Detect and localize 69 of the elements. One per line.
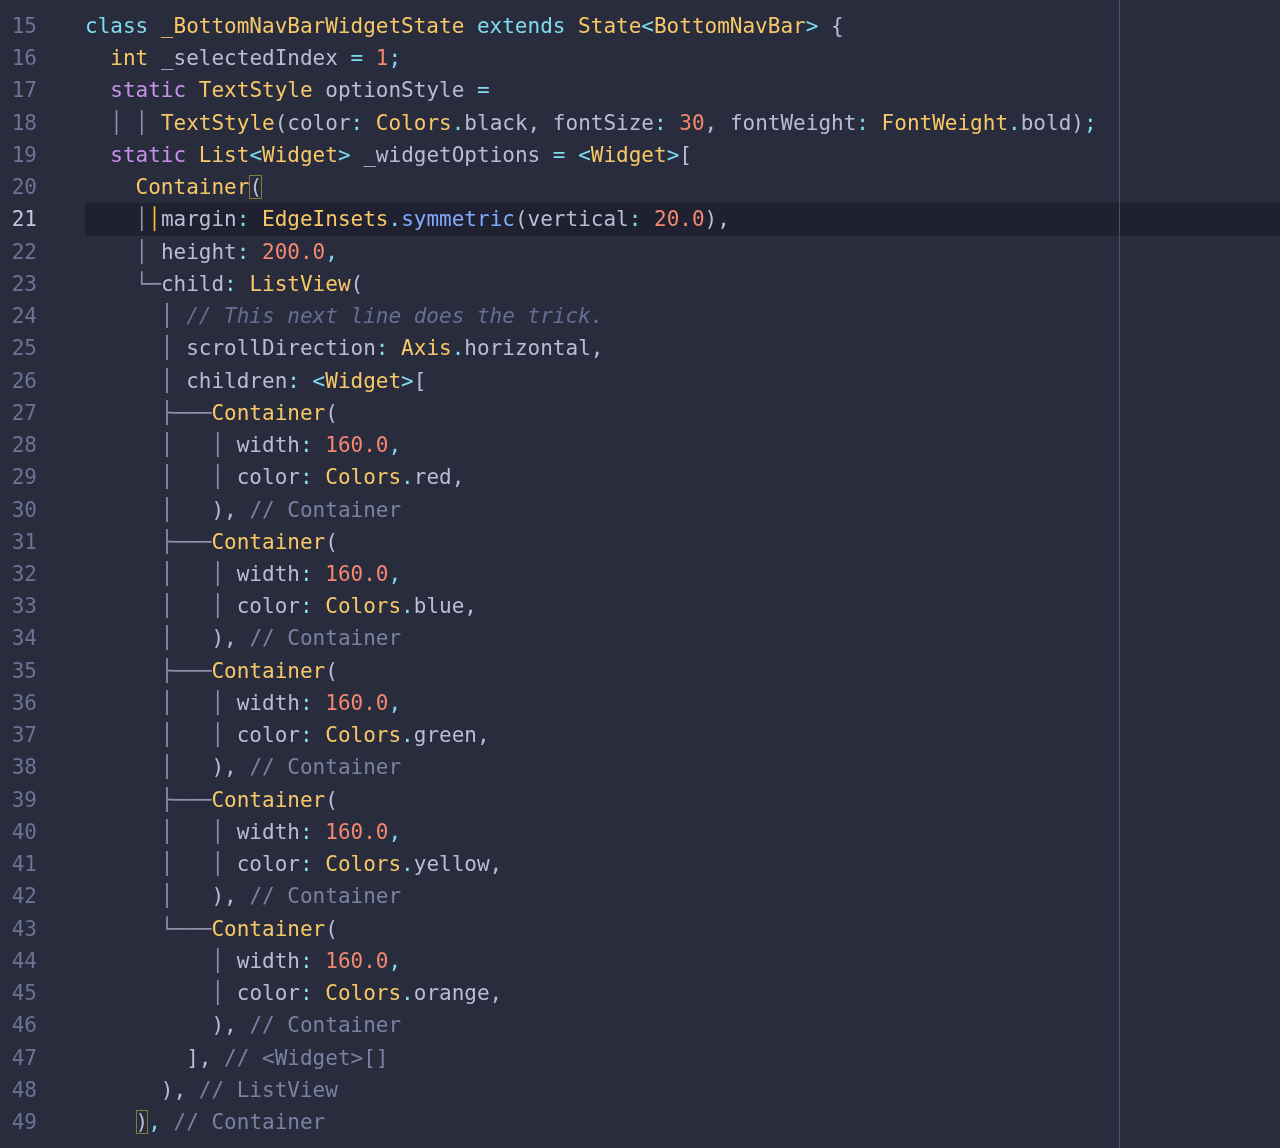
line-number: 19	[10, 141, 37, 169]
line-number: 29	[10, 464, 37, 492]
code-line: │ │ width: 160.0,	[159, 560, 403, 588]
code-line: class _BottomNavBarWidgetState extends State<BottomNavBar> {	[85, 13, 845, 40]
code-line: │ color: Colors.orange,	[210, 979, 504, 1008]
code-line: static TextStyle optionStyle =	[109, 77, 491, 105]
line-number: 49	[10, 1108, 37, 1136]
line-number: 31	[10, 528, 37, 556]
line-number: 36	[10, 689, 37, 717]
line-number: 39	[10, 786, 37, 814]
code-line: ), // ListView	[159, 1076, 339, 1104]
code-line: ), // Container	[210, 1012, 403, 1040]
code-line: │ // This next line does the trick.	[159, 302, 605, 331]
line-number: 25	[10, 335, 37, 363]
code-line: Container(	[134, 174, 264, 202]
line-number: 48	[10, 1076, 37, 1104]
line-number: 40	[10, 818, 37, 846]
line-number: 28	[10, 432, 37, 460]
code-line: ), // Container	[134, 1108, 327, 1136]
line-number: 27	[10, 399, 37, 427]
code-line: │ │ color: Colors.green,	[159, 721, 491, 750]
code-line: │ children: <Widget>[	[159, 367, 428, 395]
line-number: 38	[10, 754, 37, 782]
code-line: ├───Container(	[159, 528, 339, 556]
line-number: 46	[10, 1012, 37, 1040]
line-number: 22	[10, 238, 37, 266]
line-number: 42	[10, 883, 37, 911]
line-number: 47	[10, 1044, 37, 1072]
code-line: │ │ TextStyle(color: Colors.black, fontSize: 30, fontWeight: FontWeight.bold);	[109, 109, 1098, 137]
code-line: │ height: 200.0,	[134, 238, 339, 266]
code-line: └─child: ListView(	[134, 270, 365, 298]
line-number: 20	[10, 174, 37, 202]
code-line: │ scrollDirection: Axis.horizontal,	[159, 334, 605, 363]
code-line: │ width: 160.0,	[210, 947, 403, 975]
code-line: ├───Container(	[159, 399, 339, 427]
code-line: │ │ width: 160.0,	[159, 431, 403, 460]
line-number: 21	[10, 206, 37, 234]
line-number: 16	[10, 45, 37, 73]
code-line: │ │ color: Colors.yellow,	[159, 850, 504, 879]
line-number: 37	[10, 722, 37, 750]
line-number: 32	[10, 561, 37, 588]
line-number: 30	[10, 496, 37, 524]
code-line: ├───Container(	[159, 786, 339, 814]
line-number: 45	[10, 980, 37, 1008]
line-number: 43	[10, 915, 37, 943]
code-line: │ │ width: 160.0,	[159, 818, 403, 846]
line-number: 44	[10, 947, 37, 975]
line-number: 35	[10, 657, 37, 685]
line-number: 17	[10, 77, 37, 105]
line-number: 18	[10, 109, 37, 137]
code-line: └───Container(	[159, 915, 339, 943]
line-number: 26	[10, 367, 37, 395]
code-line: ], // <Widget>[]	[185, 1044, 390, 1072]
code-line: int _selectedIndex = 1;	[109, 45, 403, 73]
line-number: 15	[10, 13, 37, 40]
code-line: │ ), // Container	[159, 496, 403, 524]
code-line: │ │ width: 160.0,	[159, 689, 403, 717]
code-line: │ ), // Container	[159, 882, 403, 911]
code-line: │ │ color: Colors.blue,	[159, 592, 478, 621]
line-number: 34	[10, 625, 37, 653]
code-line: │ ), // Container	[159, 753, 403, 782]
line-number: 23	[10, 270, 37, 298]
line-number: 24	[10, 303, 37, 331]
code-line: │ ), // Container	[159, 624, 403, 653]
line-number: 41	[10, 851, 37, 879]
line-number: 33	[10, 593, 37, 621]
code-line: static List<Widget> _widgetOptions = <Widget>[	[109, 141, 693, 169]
code-line: ├───Container(	[159, 657, 339, 685]
code-line: │ │ color: Colors.red,	[159, 463, 466, 492]
